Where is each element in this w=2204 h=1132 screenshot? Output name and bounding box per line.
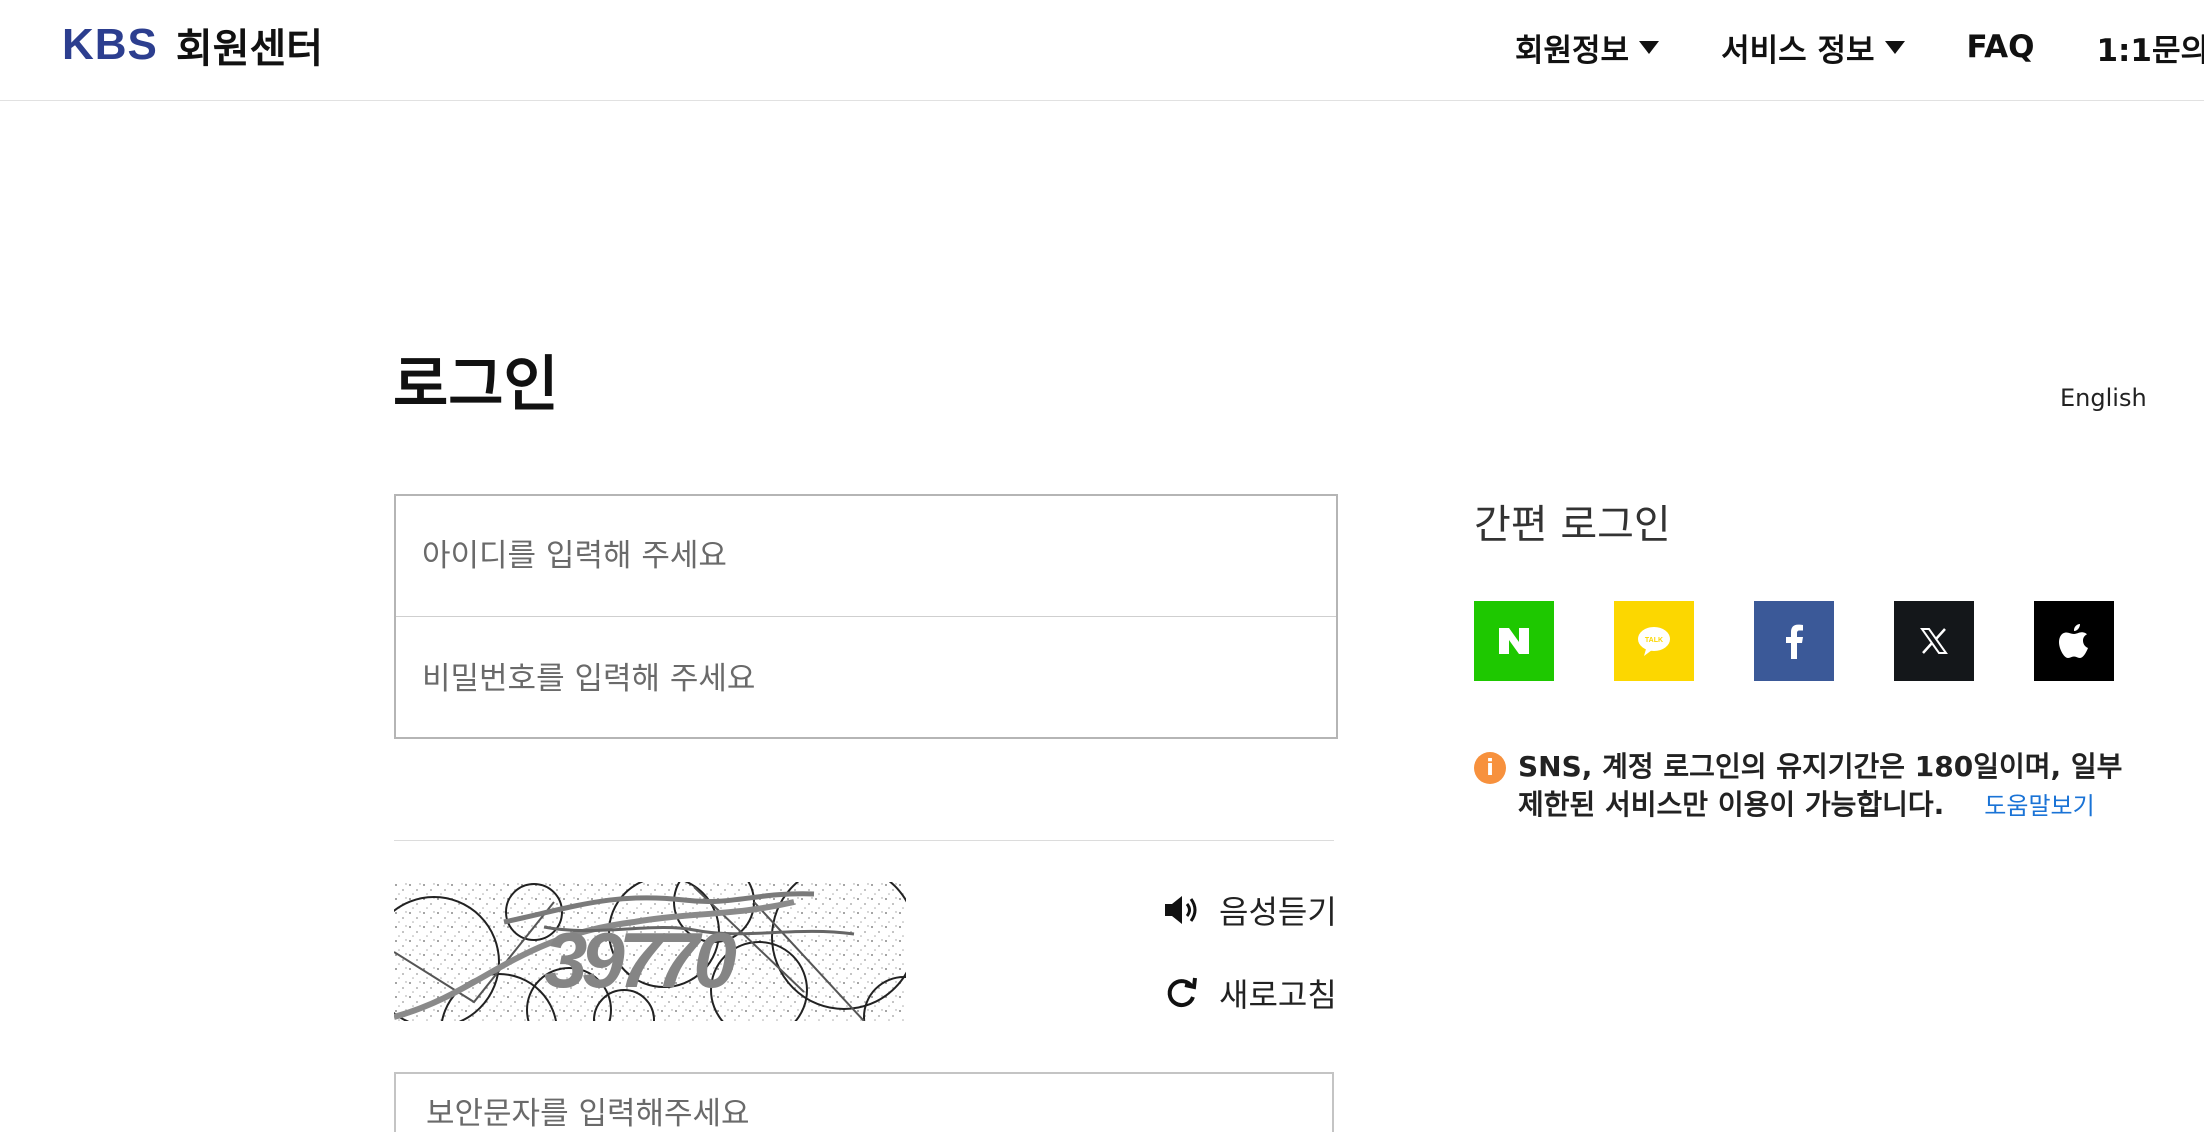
social-login-heading: 간편 로그인 (1474, 502, 1671, 548)
naver-login-button[interactable] (1474, 601, 1554, 681)
naver-icon (1499, 628, 1529, 654)
notice-text: SNS, 계정 로그인의 유지기간은 180일이며, 일부 제한된 서비스만 이… (1518, 748, 2122, 825)
nav-inquiry[interactable]: 1:1문의 (2096, 25, 2204, 70)
kakao-icon: TALK (1638, 627, 1670, 656)
refresh-icon (1167, 977, 1197, 1008)
security-code-field (394, 1072, 1334, 1132)
nav-label: 회원정보 (1515, 32, 1630, 69)
svg-text:TALK: TALK (1645, 637, 1663, 644)
nav-service-info[interactable]: 서비스 정보 (1721, 25, 1905, 70)
kakao-login-button[interactable]: TALK (1614, 601, 1694, 681)
password-input[interactable] (396, 618, 1336, 739)
security-code-input[interactable] (396, 1074, 1332, 1132)
facebook-login-button[interactable] (1754, 601, 1834, 681)
facebook-icon (1786, 624, 1803, 659)
logo-brand: KBS (62, 20, 158, 69)
notice-line-2-text: 제한된 서비스만 이용이 가능합니다. (1518, 788, 1945, 821)
captcha-image: 39770 (394, 882, 906, 1021)
audio-captcha-button[interactable]: 음성듣기 (1163, 887, 1337, 933)
page-title: 로그인 (393, 350, 559, 420)
speaker-icon (1165, 896, 1197, 924)
logo-title: 회원센터 (175, 26, 324, 72)
login-form (394, 494, 1338, 739)
nav-label: 1:1문의 (2096, 32, 2204, 69)
nav-faq[interactable]: FAQ (1967, 29, 2035, 65)
nav-member-info[interactable]: 회원정보 (1515, 25, 1660, 70)
main-nav: 회원정보 서비스 정보 FAQ 1:1문의 (1515, 22, 2204, 72)
sns-notice: i SNS, 계정 로그인의 유지기간은 180일이며, 일부 제한된 서비스만… (1474, 748, 2134, 825)
english-link[interactable]: English (2060, 384, 2147, 412)
caret-down-icon (1639, 40, 1660, 54)
notice-line-1: SNS, 계정 로그인의 유지기간은 180일이며, 일부 (1518, 750, 2123, 783)
refresh-captcha-button[interactable]: 새로고침 (1163, 970, 1337, 1016)
page: KBS 회원센터 회원정보 서비스 정보 FAQ 1:1문의 로그인 Engli… (0, 0, 2204, 1132)
captcha-text: 39770 (544, 916, 737, 1004)
apple-login-button[interactable] (2034, 601, 2114, 681)
help-link[interactable]: 도움말보기 (1984, 792, 2094, 820)
apple-icon (2059, 624, 2088, 658)
kbs-logo[interactable]: KBS 회원센터 (62, 20, 323, 72)
nav-label: 서비스 정보 (1721, 32, 1875, 69)
top-header: KBS 회원센터 회원정보 서비스 정보 FAQ 1:1문의 (0, 0, 2204, 101)
nav-label: FAQ (1966, 29, 2035, 65)
social-login-buttons: TALK (1474, 601, 2114, 681)
x-login-button[interactable] (1894, 601, 1974, 681)
refresh-label: 새로고침 (1219, 976, 1337, 1014)
x-icon (1920, 628, 1948, 654)
audio-label: 음성듣기 (1219, 893, 1337, 931)
caret-down-icon (1884, 40, 1905, 54)
id-input[interactable] (396, 496, 1336, 617)
notice-line-2: 제한된 서비스만 이용이 가능합니다. 도움말보기 (1518, 786, 2122, 825)
info-icon: i (1474, 752, 1506, 784)
divider (394, 840, 1334, 841)
